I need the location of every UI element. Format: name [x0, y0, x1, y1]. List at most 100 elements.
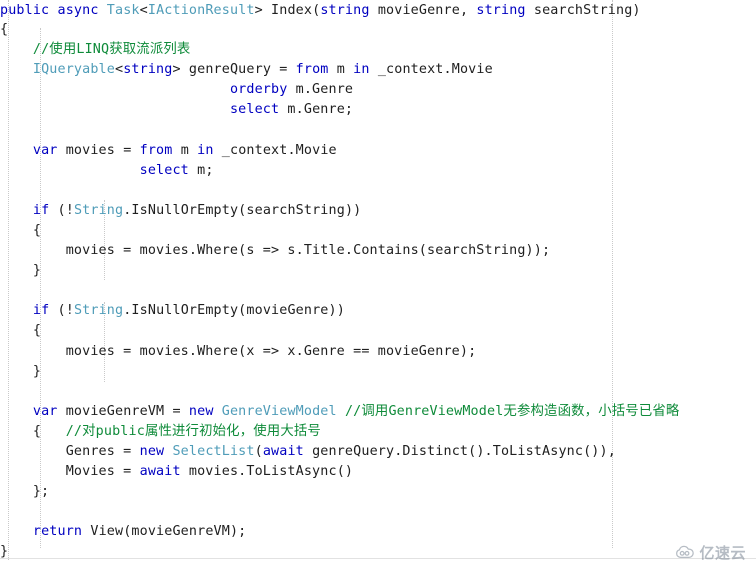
code-token: searchString): [525, 3, 641, 18]
code-token: movies.ToListAsync(): [180, 464, 354, 480]
code-token: async: [57, 3, 99, 18]
code-line[interactable]: IQueryable<string> genreQuery = from m i…: [0, 60, 756, 80]
code-line[interactable]: orderby m.Genre: [0, 80, 756, 100]
code-token: movieGenreVM =: [57, 403, 189, 419]
code-token: new: [188, 403, 214, 419]
code-token: string: [123, 62, 173, 78]
code-token: orderby: [229, 82, 288, 98]
code-line[interactable]: {: [0, 221, 756, 241]
code-token: var: [32, 403, 58, 419]
code-line[interactable]: [0, 181, 756, 201]
code-line[interactable]: var movies = from m in _context.Movie: [0, 141, 756, 161]
code-token: select: [139, 162, 189, 178]
code-token: _context.Movie: [369, 62, 493, 78]
code-token: {: [0, 22, 9, 37]
code-token: select: [229, 102, 280, 118]
code-line[interactable]: }: [0, 261, 756, 281]
code-line[interactable]: }: [0, 542, 756, 562]
code-line[interactable]: movies = movies.Where(s => s.Title.Conta…: [0, 241, 756, 261]
code-token: await: [139, 464, 181, 480]
code-line[interactable]: {: [0, 321, 756, 341]
code-line[interactable]: }: [0, 362, 756, 382]
code-token: //使用LINQ获取流派列表: [32, 42, 191, 58]
code-token: (: [254, 443, 263, 459]
code-line[interactable]: [0, 120, 756, 140]
code-line[interactable]: [0, 502, 756, 522]
code-token: if: [32, 202, 50, 218]
code-token: };: [0, 484, 50, 500]
cloud-icon: [675, 544, 695, 563]
code-token: in: [197, 142, 214, 158]
code-token: from: [139, 142, 173, 158]
code-line[interactable]: };: [0, 482, 756, 502]
code-token: m.Genre: [287, 82, 354, 98]
code-token: Task: [106, 3, 140, 18]
code-token: public: [0, 3, 50, 18]
code-token: genreQuery.Distinct().ToListAsync()),: [303, 443, 616, 459]
code-token: View(movieGenreVM);: [82, 524, 247, 540]
code-token: //调用GenreViewModel无参构造函数，小括号已省略: [344, 403, 680, 419]
code-token: GenreViewModel: [221, 403, 337, 419]
code-token: }: [0, 363, 42, 379]
code-token: String: [73, 202, 124, 218]
code-line[interactable]: public async Task<IActionResult> Index(s…: [0, 0, 756, 20]
code-token: movies = movies.Where(s => s.Title.Conta…: [0, 243, 551, 259]
code-line[interactable]: Movies = await movies.ToListAsync(): [0, 462, 756, 482]
code-line[interactable]: [0, 382, 756, 402]
code-token: .IsNullOrEmpty(searchString)): [123, 202, 362, 218]
code-token: movies = movies.Where(x => x.Genre == mo…: [0, 343, 477, 359]
code-token: m: [172, 142, 198, 158]
code-line[interactable]: {: [0, 20, 756, 40]
code-line[interactable]: select m.Genre;: [0, 100, 756, 120]
code-line[interactable]: var movieGenreVM = new GenreViewModel //…: [0, 402, 756, 422]
code-line[interactable]: { //对public属性进行初始化，使用大括号: [0, 422, 756, 442]
code-token: var: [32, 142, 58, 158]
code-token: {: [0, 323, 42, 339]
code-line[interactable]: if (!String.IsNullOrEmpty(movieGenre)): [0, 301, 756, 321]
watermark-text: 亿速云: [699, 544, 746, 562]
code-token: <: [114, 62, 124, 78]
code-token: }: [0, 544, 9, 560]
code-token: string: [476, 3, 526, 18]
code-line[interactable]: return View(movieGenreVM);: [0, 522, 756, 542]
code-line[interactable]: Genres = new SelectList(await genreQuery…: [0, 442, 756, 462]
code-token: (!: [49, 202, 74, 218]
code-line[interactable]: movies = movies.Where(x => x.Genre == mo…: [0, 342, 756, 362]
code-token: return: [32, 524, 83, 540]
code-token: if: [32, 303, 50, 319]
code-token: m;: [188, 162, 214, 178]
code-token: String: [73, 303, 124, 319]
code-token: m.Genre;: [279, 102, 354, 118]
code-token: (!: [49, 303, 74, 319]
code-editor[interactable]: public async Task<IActionResult> Index(s…: [0, 0, 756, 567]
watermark: 亿速云: [675, 544, 746, 563]
code-token: IActionResult: [147, 3, 255, 18]
code-line[interactable]: if (!String.IsNullOrEmpty(searchString)): [0, 201, 756, 221]
code-token: <: [139, 3, 148, 18]
code-line[interactable]: select m;: [0, 161, 756, 181]
code-token: > genreQuery =: [172, 62, 296, 78]
code-body[interactable]: public async Task<IActionResult> Index(s…: [0, 0, 756, 563]
code-token: movieGenre,: [369, 3, 477, 18]
code-token: string: [320, 3, 370, 18]
code-token: }: [0, 263, 42, 279]
code-token: {: [0, 423, 66, 439]
code-line[interactable]: //使用LINQ获取流派列表: [0, 40, 756, 60]
code-token: from: [295, 62, 329, 78]
code-token: //对public属性进行初始化，使用大括号: [65, 423, 321, 439]
code-line[interactable]: [0, 281, 756, 301]
code-token: _context.Movie: [213, 142, 337, 158]
code-token: movies =: [57, 142, 140, 158]
